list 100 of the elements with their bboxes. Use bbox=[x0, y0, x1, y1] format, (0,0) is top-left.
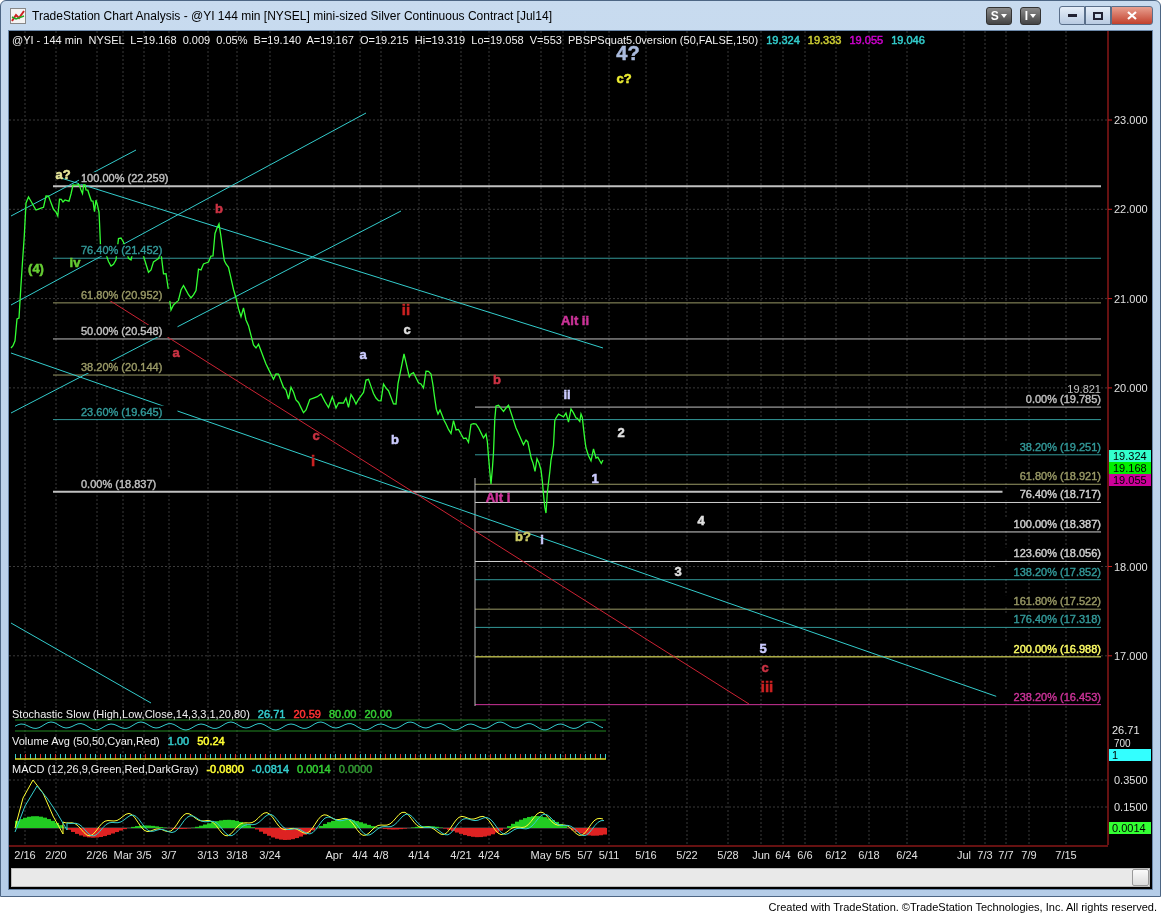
macd-axis-label: 0.1500 bbox=[1114, 801, 1148, 813]
indicator-reading: 26.71 bbox=[257, 708, 286, 720]
price-marker: 19.324 bbox=[1109, 450, 1151, 462]
date-axis-label: 4/4 bbox=[352, 849, 368, 861]
wave-label: i bbox=[310, 452, 316, 469]
date-axis-label: Jul bbox=[956, 849, 972, 861]
wave-label: b bbox=[493, 372, 501, 387]
fibonacci-level-label: 23.60% (19.645) bbox=[81, 405, 163, 418]
macd-axis-label: 0.3500 bbox=[1114, 774, 1148, 786]
indicator-reading: 20.00 bbox=[364, 708, 392, 720]
indicator-reading: -0.0814 bbox=[251, 763, 290, 775]
fibonacci-level-label: 0.00% (18.837) bbox=[81, 477, 157, 490]
wave-label: a bbox=[359, 347, 367, 362]
fibonacci-level-label: 138.20% (17.852) bbox=[1013, 565, 1101, 578]
fibonacci-level-label: 176.40% (17.318) bbox=[1013, 613, 1101, 626]
date-axis-label: 4/14 bbox=[408, 849, 430, 861]
indicator-reading: 20.59 bbox=[293, 708, 321, 720]
date-axis-label: 5/7 bbox=[577, 849, 593, 861]
date-axis-label: 7/9 bbox=[1021, 849, 1037, 861]
fibonacci-level-label: 61.80% (20.952) bbox=[81, 288, 163, 301]
indicator-reading: -0.0800 bbox=[206, 763, 244, 775]
fibonacci-level-label: 38.20% (20.144) bbox=[81, 361, 163, 374]
wave-label: c? bbox=[616, 71, 632, 86]
wave-label: c bbox=[403, 322, 411, 337]
price-axis-label: 22.000 bbox=[1114, 203, 1148, 216]
study-reading: 19.046 bbox=[891, 34, 925, 46]
price-marker: 19.055 bbox=[1109, 474, 1151, 486]
level-note: 19.821 bbox=[1067, 383, 1101, 396]
fibonacci-level-label: 123.60% (18.056) bbox=[1013, 547, 1101, 560]
wave-label: 2 bbox=[617, 425, 625, 440]
axis-marker: 1 bbox=[1109, 749, 1151, 761]
fibonacci-level-label: 100.00% (18.387) bbox=[1013, 517, 1101, 530]
wave-label: b? bbox=[515, 529, 531, 544]
fibonacci-level-label: 238.20% (16.453) bbox=[1013, 690, 1101, 703]
date-axis-label: Mar bbox=[113, 849, 133, 861]
indicator-reading: 0.0014 bbox=[297, 763, 331, 775]
fibonacci-level-label: 161.80% (17.522) bbox=[1013, 595, 1101, 608]
date-axis-label: 3/18 bbox=[226, 849, 248, 861]
date-axis-label: 7/3 bbox=[977, 849, 993, 861]
wave-label: ii bbox=[401, 301, 411, 318]
wave-label: a bbox=[172, 345, 180, 360]
wave-label: 1 bbox=[591, 471, 599, 486]
date-axis-label: 5/22 bbox=[676, 849, 698, 861]
price-axis-label: 23.000 bbox=[1114, 114, 1148, 126]
fibonacci-level-label: 200.00% (16.988) bbox=[1013, 642, 1101, 655]
indicator-label: MACD (12,26,9,Green,Red,DarkGray) bbox=[12, 763, 199, 775]
copyright-notice: Created with TradeStation. ©TradeStation Technologies, Inc. All rights reserved. bbox=[768, 900, 1157, 913]
wave-label: ii bbox=[563, 387, 571, 402]
wave-label: b bbox=[215, 201, 223, 216]
date-axis-label: Apr bbox=[325, 849, 343, 861]
study-reading: 19.055 bbox=[849, 34, 884, 46]
date-axis-label: 5/11 bbox=[598, 849, 620, 861]
menu-button[interactable]: S bbox=[985, 6, 1012, 25]
study-reading: 19.324 bbox=[766, 34, 800, 46]
wave-label: (4) bbox=[28, 261, 44, 276]
date-axis-label: 3/13 bbox=[197, 849, 219, 861]
study-reading: 19.333 bbox=[807, 34, 842, 46]
price-axis-label: 21.000 bbox=[1114, 292, 1148, 305]
wave-label: a? bbox=[55, 167, 71, 182]
fibonacci-level-label: 76.40% (18.717) bbox=[1019, 488, 1101, 501]
indicator-label: Volume Avg (50,50,Cyan,Red) bbox=[12, 735, 160, 747]
date-axis-label: May bbox=[530, 849, 552, 861]
price-axis-label: 18.000 bbox=[1114, 560, 1148, 573]
wave-label: iv bbox=[69, 255, 81, 270]
fibonacci-level-label: 38.20% (19.251) bbox=[1019, 440, 1101, 453]
axis-marker: 26.71 bbox=[1112, 724, 1140, 735]
wave-label: 3 bbox=[674, 564, 682, 579]
price-marker: 19.168 bbox=[1109, 462, 1151, 474]
indicator-reading: 80.00 bbox=[328, 708, 357, 720]
date-axis-label: 3/5 bbox=[136, 849, 152, 861]
date-axis-label: 2/26 bbox=[86, 849, 108, 861]
wave-label: i bbox=[540, 532, 544, 547]
wave-label: iii bbox=[760, 678, 774, 695]
wave-label: c bbox=[761, 660, 769, 675]
axis-marker: 0.0014 bbox=[1109, 822, 1151, 834]
price-axis-label: 17.000 bbox=[1114, 649, 1148, 662]
volume-axis-label: 700 bbox=[1114, 738, 1131, 749]
fibonacci-level-label: 61.80% (18.921) bbox=[1019, 470, 1101, 483]
date-axis-label: 3/24 bbox=[259, 849, 281, 861]
date-axis-label: 4/21 bbox=[450, 849, 472, 861]
wave-label: b bbox=[391, 432, 399, 447]
wave-label: c bbox=[312, 428, 320, 443]
date-axis-label: 5/5 bbox=[555, 849, 571, 861]
date-axis-label: 4/8 bbox=[373, 849, 389, 861]
price-axis-label: 20.000 bbox=[1114, 381, 1148, 394]
fibonacci-level-label: 76.40% (21.452) bbox=[81, 244, 163, 257]
indicator-reading: 1.00 bbox=[167, 735, 190, 747]
date-axis-label: 6/12 bbox=[825, 849, 847, 861]
wave-label: 5 bbox=[759, 641, 767, 656]
date-axis-label: 7/15 bbox=[1055, 849, 1077, 861]
date-axis-label: 6/6 bbox=[797, 849, 813, 861]
date-axis-label: 2/16 bbox=[14, 849, 36, 861]
fibonacci-level-label: 0.00% (19.785) bbox=[1025, 393, 1101, 406]
date-axis-label: 6/24 bbox=[896, 849, 918, 861]
menu-button[interactable]: I bbox=[1019, 6, 1041, 25]
indicator-label: Stochastic Slow (High,Low,Close,14,3,3,1,20,80) bbox=[12, 708, 250, 720]
date-axis-label: 5/28 bbox=[717, 849, 739, 861]
date-axis-label: 6/4 bbox=[775, 849, 791, 861]
indicator-reading: 50.24 bbox=[197, 735, 225, 747]
date-axis-label: 3/7 bbox=[161, 849, 177, 861]
